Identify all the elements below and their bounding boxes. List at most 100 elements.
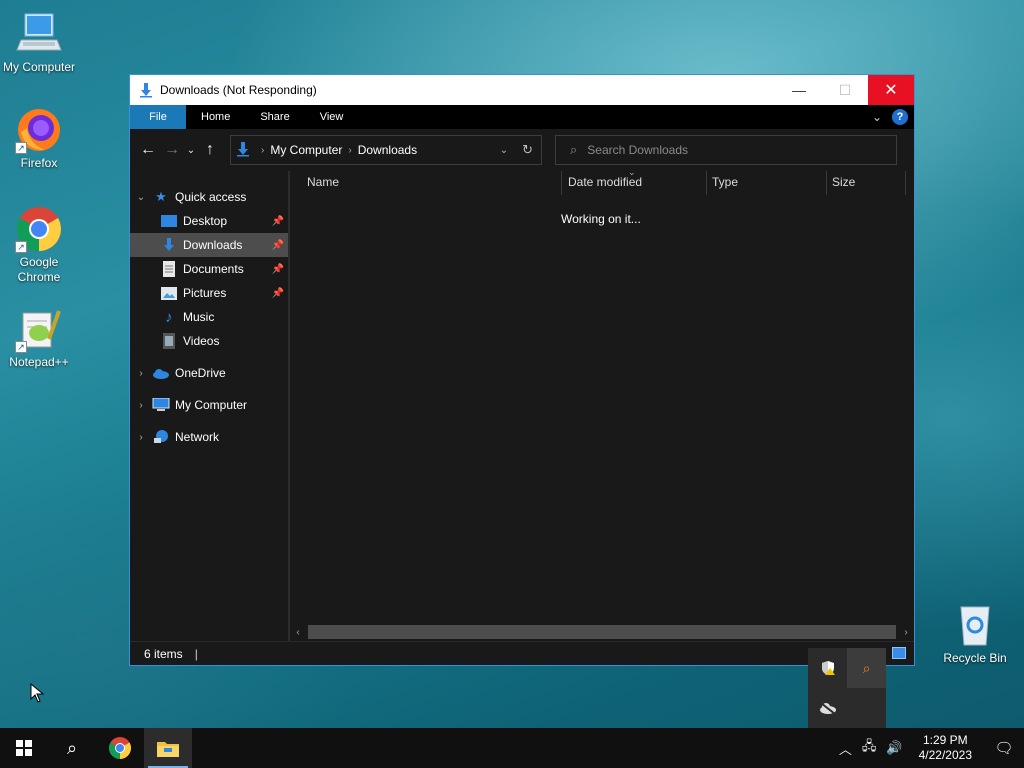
video-icon <box>160 333 178 349</box>
sidebar-item-network[interactable]: › Network <box>130 425 288 449</box>
explorer-body: ⌄ ★ Quick access Desktop 📌 Downloads 📌 D… <box>130 167 914 641</box>
pin-icon[interactable]: 📌 <box>272 216 284 227</box>
desktop-icon-recycle-bin[interactable]: Recycle Bin <box>935 601 1015 666</box>
breadcrumb-my-computer[interactable]: My Computer <box>270 143 342 157</box>
sidebar-item-onedrive[interactable]: › OneDrive <box>130 361 288 385</box>
sidebar-item-pictures[interactable]: Pictures 📌 <box>130 281 288 305</box>
breadcrumb-separator-icon: › <box>348 144 352 156</box>
sidebar-item-label: OneDrive <box>175 366 226 380</box>
desktop-icon-my-computer[interactable]: My Computer <box>0 10 79 75</box>
cloud-icon <box>152 365 170 381</box>
sidebar-item-label: Videos <box>183 334 220 348</box>
sidebar-item-label: Pictures <box>183 286 227 300</box>
chevron-right-icon[interactable]: › <box>130 432 152 443</box>
breadcrumb-downloads[interactable]: Downloads <box>358 143 417 157</box>
close-button[interactable]: ✕ <box>868 75 914 105</box>
star-icon: ★ <box>155 189 167 204</box>
sidebar-item-label: Music <box>183 310 215 324</box>
search-input[interactable] <box>587 143 868 157</box>
chrome-icon: ↗ <box>15 205 63 253</box>
scrollbar-thumb[interactable] <box>308 625 896 639</box>
sidebar-item-label: Desktop <box>183 214 228 228</box>
desktop-icon-firefox[interactable]: ↗ Firefox <box>0 106 79 171</box>
scroll-left-icon[interactable]: ‹ <box>290 627 306 638</box>
sidebar-item-desktop[interactable]: Desktop 📌 <box>130 209 288 233</box>
horizontal-scrollbar[interactable]: ‹ › <box>290 623 914 641</box>
shield-warning-icon[interactable] <box>808 648 847 688</box>
music-note-icon: ♪ <box>165 308 173 326</box>
sidebar-item-downloads[interactable]: Downloads 📌 <box>130 233 288 257</box>
pin-icon[interactable]: 📌 <box>272 240 284 251</box>
column-header-type[interactable]: Type <box>712 175 738 189</box>
navigation-bar: ← → ⌄ ↑ › My Computer › Downloads ⌄ ↻ ⌕ <box>130 129 914 171</box>
chevron-right-icon[interactable]: › <box>130 368 152 379</box>
back-arrow-icon[interactable]: ← <box>136 141 160 159</box>
taskbar-clock[interactable]: 1:29 PM 4/22/2023 <box>919 733 972 763</box>
window-title: Downloads (Not Responding) <box>160 83 317 97</box>
sidebar-item-documents[interactable]: Documents 📌 <box>130 257 288 281</box>
shortcut-arrow-icon: ↗ <box>15 341 27 353</box>
desktop-folder-icon <box>160 213 178 229</box>
tab-view[interactable]: View <box>305 105 359 129</box>
chevron-down-icon[interactable]: ⌄ <box>130 192 152 203</box>
maximize-button[interactable]: ☐ <box>822 75 868 105</box>
tab-home[interactable]: Home <box>186 105 245 129</box>
forward-arrow-icon[interactable]: → <box>160 141 184 159</box>
help-icon[interactable]: ? <box>892 109 908 125</box>
refresh-icon[interactable]: ↻ <box>522 142 533 158</box>
title-bar[interactable]: Downloads (Not Responding) — ☐ ✕ <box>130 75 914 105</box>
shortcut-arrow-icon: ↗ <box>15 142 27 154</box>
taskbar-search-icon[interactable]: ⌕ <box>48 728 96 768</box>
mouse-cursor-icon <box>30 682 45 706</box>
action-center-icon[interactable]: 🗨 <box>984 739 1024 757</box>
recent-locations-icon[interactable]: ⌄ <box>184 145 198 156</box>
address-bar[interactable]: › My Computer › Downloads ⌄ ↻ <box>230 135 542 165</box>
downloads-icon <box>160 237 178 253</box>
search-box[interactable]: ⌕ <box>555 135 897 165</box>
desktop-icon-notepadpp[interactable]: ↗ Notepad++ <box>0 305 79 370</box>
status-bar: 6 items | <box>130 641 914 665</box>
details-view-icon[interactable] <box>892 647 906 659</box>
minimize-button[interactable]: — <box>776 75 822 105</box>
pin-icon[interactable]: 📌 <box>272 288 284 299</box>
sidebar-item-label: Quick access <box>175 190 247 204</box>
address-dropdown-icon[interactable]: ⌄ <box>500 145 508 156</box>
search-tool-icon[interactable]: ⌕ <box>847 648 886 688</box>
sidebar-item-label: Network <box>175 430 220 444</box>
windows-logo-icon <box>16 740 32 756</box>
downloads-icon <box>138 82 154 98</box>
clock-time: 1:29 PM <box>922 733 968 747</box>
item-count: 6 items <box>144 646 183 661</box>
cloud-offline-icon[interactable] <box>808 688 847 728</box>
sidebar-item-quick-access[interactable]: ⌄ ★ Quick access <box>130 185 288 209</box>
notepadpp-icon: ↗ <box>15 305 63 353</box>
desktop-icon-chrome[interactable]: ↗ Google Chrome <box>0 205 79 285</box>
network-status-icon[interactable]: 🖧 <box>862 737 877 759</box>
column-header-name[interactable]: Name <box>307 175 339 189</box>
up-arrow-icon[interactable]: ↑ <box>198 141 222 159</box>
tab-file[interactable]: File <box>130 105 186 129</box>
explorer-window: Downloads (Not Responding) — ☐ ✕ File Ho… <box>129 74 915 666</box>
expand-ribbon-icon[interactable]: ⌄ <box>872 110 882 124</box>
tray-overflow-panel: ⌕ <box>808 648 886 728</box>
taskbar-chrome-icon[interactable] <box>96 728 144 768</box>
file-list: ⌄ Name Date modified Type Size Working o… <box>290 167 914 641</box>
taskbar-file-explorer-icon[interactable] <box>144 728 192 768</box>
start-button[interactable] <box>0 728 48 768</box>
pin-icon[interactable]: 📌 <box>272 264 284 275</box>
sidebar-item-label: My Computer <box>175 398 248 412</box>
scroll-right-icon[interactable]: › <box>898 627 914 638</box>
tab-share[interactable]: Share <box>245 105 304 129</box>
show-hidden-icons-icon[interactable]: ︿ <box>839 739 852 758</box>
column-header-size[interactable]: Size <box>832 175 855 189</box>
sidebar-item-videos[interactable]: Videos <box>130 329 288 353</box>
sidebar-item-my-computer[interactable]: › My Computer <box>130 393 288 417</box>
sidebar-item-music[interactable]: ♪ Music <box>130 305 288 329</box>
desktop-icon-label: Notepad++ <box>9 355 69 369</box>
text-caret: | <box>194 646 198 661</box>
volume-icon[interactable]: 🔊 <box>886 740 902 756</box>
column-header-date-modified[interactable]: Date modified <box>568 175 642 189</box>
desktop-icon-label: My Computer <box>2 60 76 74</box>
network-icon <box>152 429 170 445</box>
chevron-right-icon[interactable]: › <box>130 400 152 411</box>
